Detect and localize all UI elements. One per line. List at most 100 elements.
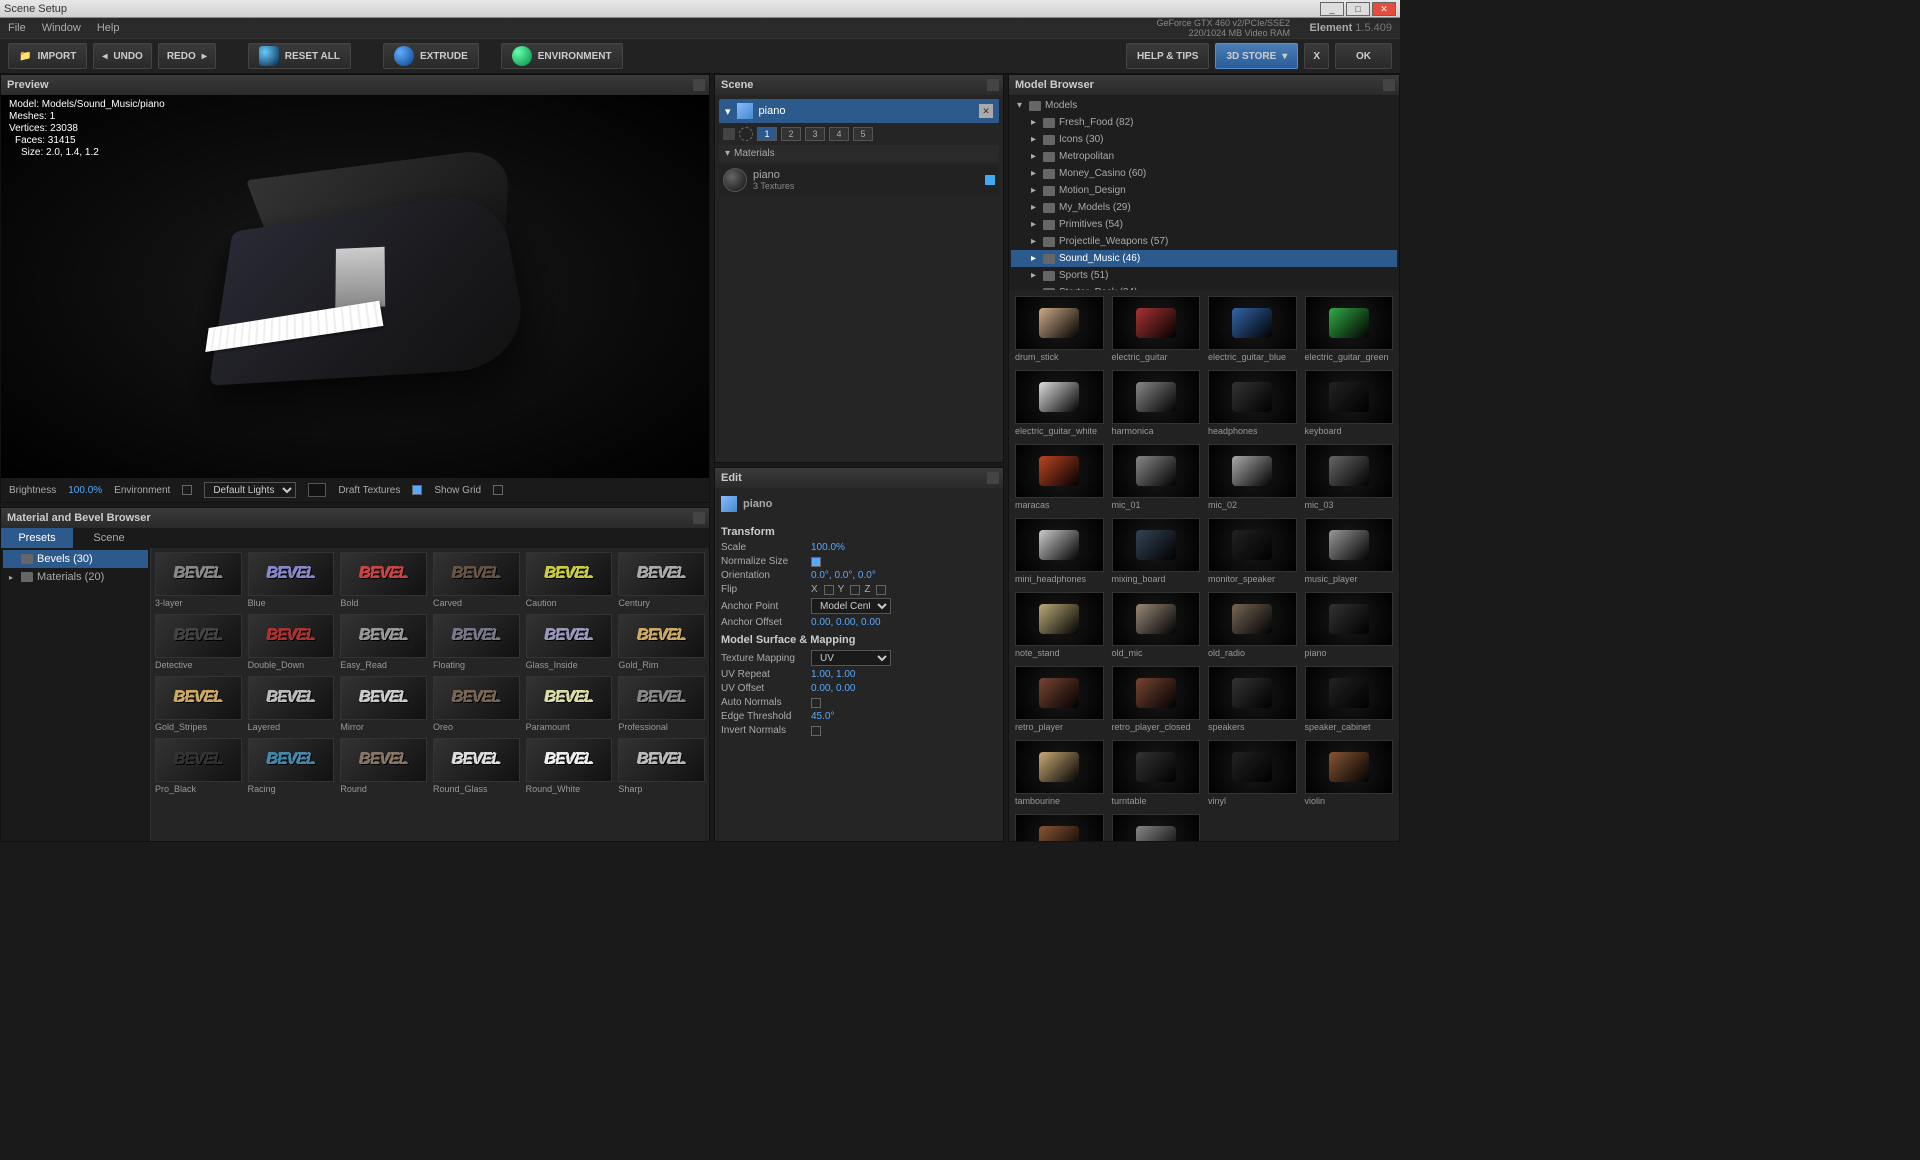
preview-expand-icon[interactable] xyxy=(693,79,705,91)
model-item[interactable]: xlr_cable xyxy=(1112,814,1201,841)
bevel-item[interactable]: BEVEL Gold_Stripes xyxy=(155,676,242,732)
3d-store-button[interactable]: 3D STORE ▾ xyxy=(1215,43,1298,69)
model-tree-item[interactable]: ▸ Projectile_Weapons (57) xyxy=(1011,233,1397,250)
bevel-item[interactable]: BEVEL Detective xyxy=(155,614,242,670)
bevel-item[interactable]: BEVEL Oreo xyxy=(433,676,520,732)
auto-normals-checkbox[interactable] xyxy=(811,698,821,708)
redo-button[interactable]: REDO ▸ xyxy=(158,43,216,69)
bevel-item[interactable]: BEVEL Century xyxy=(618,552,705,608)
bevel-item[interactable]: BEVEL 3-layer xyxy=(155,552,242,608)
bevel-item[interactable]: BEVEL Round xyxy=(340,738,427,794)
viewport[interactable]: Model: Models/Sound_Music/piano Meshes: … xyxy=(1,95,709,478)
help-tips-button[interactable]: HELP & TIPS xyxy=(1126,43,1210,69)
tab-presets[interactable]: Presets xyxy=(1,528,73,548)
model-item[interactable]: old_radio xyxy=(1208,592,1297,658)
show-grid-checkbox[interactable] xyxy=(493,485,503,495)
brightness-value[interactable]: 100.0% xyxy=(68,485,102,496)
bevel-item[interactable]: BEVEL Paramount xyxy=(526,676,613,732)
maximize-button[interactable]: □ xyxy=(1346,2,1370,16)
model-item[interactable]: music_player xyxy=(1305,518,1394,584)
bevel-item[interactable]: BEVEL Gold_Rim xyxy=(618,614,705,670)
model-item[interactable]: monitor_speaker xyxy=(1208,518,1297,584)
anchor-icon[interactable] xyxy=(723,128,735,140)
model-item[interactable]: speaker_cabinet xyxy=(1305,666,1394,732)
model-item[interactable]: electric_guitar_white xyxy=(1015,370,1104,436)
bevel-item[interactable]: BEVEL Round_White xyxy=(526,738,613,794)
model-tree-item[interactable]: ▾ Models xyxy=(1011,97,1397,114)
model-item[interactable]: note_stand xyxy=(1015,592,1104,658)
group-4[interactable]: 4 xyxy=(829,127,849,141)
undo-button[interactable]: ◂ UNDO xyxy=(93,43,151,69)
model-item[interactable]: electric_guitar_blue xyxy=(1208,296,1297,362)
tab-scene[interactable]: Scene xyxy=(73,528,145,548)
texture-mapping-select[interactable]: UV xyxy=(811,650,891,666)
minimize-button[interactable]: _ xyxy=(1320,2,1344,16)
bevel-item[interactable]: BEVEL Glass_Inside xyxy=(526,614,613,670)
model-tree-item[interactable]: ▸ Metropolitan xyxy=(1011,148,1397,165)
uv-repeat-value[interactable]: 1.00, 1.00 xyxy=(811,669,997,680)
flip-x-checkbox[interactable] xyxy=(824,585,834,595)
model-tree-item[interactable]: ▸ Motion_Design xyxy=(1011,182,1397,199)
model-item[interactable]: speakers xyxy=(1208,666,1297,732)
menu-help[interactable]: Help xyxy=(97,22,120,34)
model-item[interactable]: retro_player xyxy=(1015,666,1104,732)
edge-threshold-value[interactable]: 45.0° xyxy=(811,711,997,722)
model-item[interactable]: headphones xyxy=(1208,370,1297,436)
model-item[interactable]: electric_guitar xyxy=(1112,296,1201,362)
group-1[interactable]: 1 xyxy=(757,127,777,141)
close-button[interactable]: ✕ xyxy=(1372,2,1396,16)
model-tree-item[interactable]: ▸ Icons (30) xyxy=(1011,131,1397,148)
material-expand-icon[interactable] xyxy=(693,512,705,524)
model-item[interactable]: mic_01 xyxy=(1112,444,1201,510)
model-item[interactable]: old_mic xyxy=(1112,592,1201,658)
menu-window[interactable]: Window xyxy=(42,22,81,34)
scene-object-item[interactable]: ▾ piano ✕ xyxy=(719,99,999,123)
model-item[interactable]: maracas xyxy=(1015,444,1104,510)
bevel-item[interactable]: BEVEL Professional xyxy=(618,676,705,732)
model-browser-expand-icon[interactable] xyxy=(1383,79,1395,91)
draft-textures-checkbox[interactable] xyxy=(412,485,422,495)
ok-button[interactable]: OK xyxy=(1335,43,1392,69)
extrude-button[interactable]: EXTRUDE xyxy=(383,43,479,69)
model-item[interactable]: mixing_board xyxy=(1112,518,1201,584)
edit-expand-icon[interactable] xyxy=(987,472,999,484)
environment-checkbox[interactable] xyxy=(182,485,192,495)
bevel-item[interactable]: BEVEL Double_Down xyxy=(248,614,335,670)
menu-file[interactable]: File xyxy=(8,22,26,34)
scene-item-close[interactable]: ✕ xyxy=(979,104,993,118)
model-item[interactable]: harmonica xyxy=(1112,370,1201,436)
model-tree-item[interactable]: ▸ Sports (51) xyxy=(1011,267,1397,284)
invert-normals-checkbox[interactable] xyxy=(811,726,821,736)
bevel-item[interactable]: BEVEL Layered xyxy=(248,676,335,732)
model-item[interactable]: violin_bow xyxy=(1015,814,1104,841)
group-3[interactable]: 3 xyxy=(805,127,825,141)
tree-item-bevels[interactable]: Bevels (30) xyxy=(3,550,148,568)
group-5[interactable]: 5 xyxy=(853,127,873,141)
import-button[interactable]: 📁 IMPORT xyxy=(8,43,87,69)
model-item[interactable]: vinyl xyxy=(1208,740,1297,806)
bevel-item[interactable]: BEVEL Carved xyxy=(433,552,520,608)
offset-value[interactable]: 0.00, 0.00, 0.00 xyxy=(811,617,997,628)
model-item[interactable]: retro_player_closed xyxy=(1112,666,1201,732)
bevel-item[interactable]: BEVEL Mirror xyxy=(340,676,427,732)
bevel-item[interactable]: BEVEL Pro_Black xyxy=(155,738,242,794)
model-item[interactable]: electric_guitar_green xyxy=(1305,296,1394,362)
flip-y-checkbox[interactable] xyxy=(850,585,860,595)
bevel-item[interactable]: BEVEL Round_Glass xyxy=(433,738,520,794)
group-2[interactable]: 2 xyxy=(781,127,801,141)
tree-item-materials[interactable]: ▸Materials (20) xyxy=(3,568,148,586)
model-item[interactable]: keyboard xyxy=(1305,370,1394,436)
reset-all-button[interactable]: RESET ALL xyxy=(248,43,351,69)
model-item[interactable]: tambourine xyxy=(1015,740,1104,806)
scale-value[interactable]: 100.0% xyxy=(811,542,997,553)
material-visible-checkbox[interactable] xyxy=(985,175,995,185)
model-item[interactable]: piano xyxy=(1305,592,1394,658)
orientation-value[interactable]: 0.0°, 0.0°, 0.0° xyxy=(811,570,997,581)
environment-button[interactable]: ENVIRONMENT xyxy=(501,43,623,69)
bg-color-swatch[interactable] xyxy=(308,483,326,497)
target-icon[interactable] xyxy=(739,127,753,141)
model-tree-item[interactable]: ▸ Fresh_Food (82) xyxy=(1011,114,1397,131)
bevel-item[interactable]: BEVEL Easy_Read xyxy=(340,614,427,670)
model-item[interactable]: mic_03 xyxy=(1305,444,1394,510)
flip-z-checkbox[interactable] xyxy=(876,585,886,595)
